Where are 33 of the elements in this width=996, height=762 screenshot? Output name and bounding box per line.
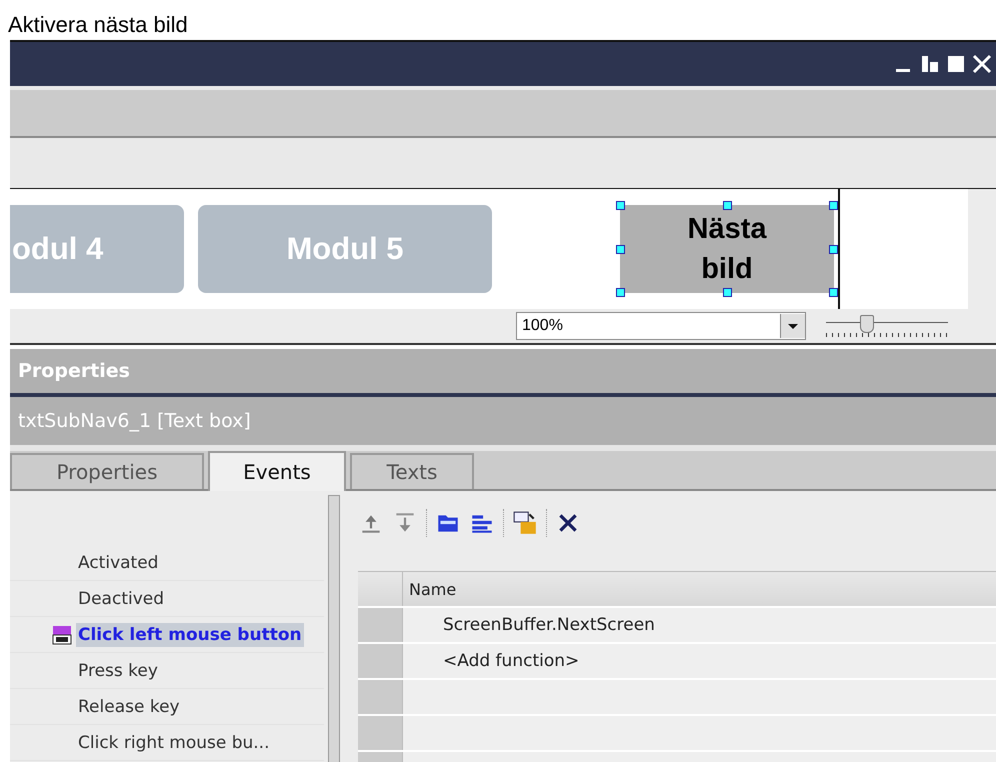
zoom-dropdown[interactable]: 100%: [516, 312, 806, 340]
row-header: [358, 716, 403, 750]
column-header: Name: [408, 578, 458, 600]
panel-title: Properties: [18, 360, 130, 382]
object-title: txtSubNav6_1 [Text box]: [18, 410, 251, 432]
tab[interactable]: Properties: [10, 453, 204, 489]
text-box[interactable]: Nästa bild: [620, 205, 834, 293]
page-caption: Aktivera nästa bild: [7, 11, 189, 39]
event-item[interactable]: Release key: [76, 694, 182, 718]
close-icon[interactable]: [972, 54, 992, 74]
slider-thumb[interactable]: [860, 315, 874, 333]
resize-handle[interactable]: [723, 201, 732, 210]
event-item[interactable]: Activated: [76, 550, 160, 574]
zoom-slider[interactable]: [826, 313, 948, 339]
event-item[interactable]: Click left mouse button: [76, 622, 304, 646]
resize-handle[interactable]: [829, 288, 838, 297]
resize-handle[interactable]: [723, 288, 732, 297]
resize-handle[interactable]: [829, 201, 838, 210]
zoom-value: 100%: [521, 317, 563, 335]
script-icon[interactable]: [512, 510, 538, 536]
event-item[interactable]: Click right mouse bu...: [76, 730, 272, 754]
restore-icon[interactable]: [920, 54, 940, 74]
event-item[interactable]: Press key: [76, 658, 160, 682]
event-item[interactable]: Deactived: [76, 586, 166, 610]
row-header: [358, 680, 403, 714]
resize-handle[interactable]: [829, 245, 838, 254]
tab[interactable]: Texts: [350, 453, 474, 489]
row-header: [358, 644, 403, 678]
maximize-icon[interactable]: [946, 54, 966, 74]
resize-handle[interactable]: [616, 201, 625, 210]
resize-handle[interactable]: [616, 245, 625, 254]
tab[interactable]: Events: [208, 451, 346, 491]
resize-handle[interactable]: [616, 288, 625, 297]
